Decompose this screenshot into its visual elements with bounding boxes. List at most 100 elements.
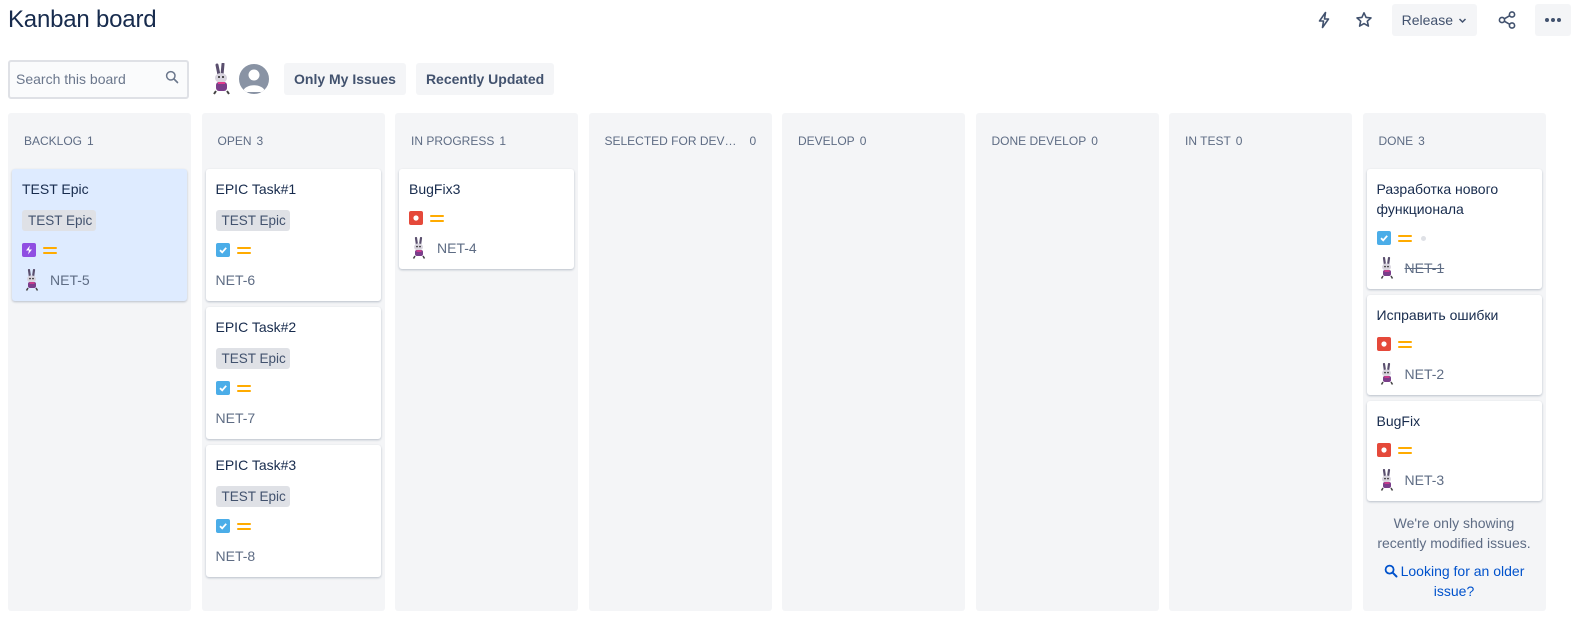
priority-medium-icon: [236, 521, 251, 531]
chevron-down-icon: [1453, 12, 1467, 28]
column-open: OPEN 3 EPIC Task#1 TEST Epic NET-6 EPIC …: [201, 113, 385, 611]
search-icon: [165, 70, 179, 89]
epic-label[interactable]: TEST Epic: [22, 210, 97, 231]
issue-card[interactable]: BugFix NET-3: [1366, 401, 1542, 501]
search-input[interactable]: [16, 71, 165, 87]
column-count: 1: [499, 134, 507, 148]
issue-card[interactable]: EPIC Task#2 TEST Epic NET-7: [205, 307, 381, 439]
filter-only-my-issues[interactable]: Only My Issues: [284, 63, 406, 95]
issue-key[interactable]: NET-4: [437, 240, 477, 256]
column-header: DEVELOP 0: [782, 113, 965, 169]
issue-summary: EPIC Task#1: [215, 181, 297, 197]
issue-key[interactable]: NET-7: [216, 410, 256, 426]
epic-label[interactable]: TEST Epic: [215, 210, 290, 231]
priority-medium-icon: [236, 383, 251, 393]
priority-medium-icon: [430, 213, 444, 223]
page-title: Kanban board: [8, 6, 157, 33]
task-type-icon: [1376, 231, 1391, 245]
issue-key[interactable]: NET-5: [50, 272, 90, 288]
column-name: DEVELOP: [798, 134, 855, 148]
estimate-dot-icon: [1420, 235, 1426, 241]
older-issue-link[interactable]: Looking for an older issue?: [1367, 553, 1542, 601]
avatar[interactable]: [207, 63, 239, 95]
issue-summary: BugFix3: [409, 181, 461, 197]
issue-card[interactable]: Разработка нового функционала NET-1: [1366, 169, 1542, 289]
share-icon: [1497, 10, 1517, 30]
column-count: 0: [859, 134, 867, 148]
epic-label[interactable]: TEST Epic: [215, 486, 290, 507]
column-count: 0: [1235, 134, 1243, 148]
column-backlog: BACKLOG 1 TEST Epic TEST Epic NET-5: [8, 113, 191, 611]
issue-card[interactable]: EPIC Task#3 TEST Epic NET-8: [205, 445, 381, 577]
column-name: IN TEST: [1185, 134, 1231, 148]
column-count: 0: [1091, 134, 1098, 148]
issue-key[interactable]: NET-3: [1405, 472, 1445, 488]
column-name: IN PROGRESS: [411, 134, 495, 148]
magnifier-icon: [1384, 563, 1401, 579]
assignee-avatar: [1377, 362, 1399, 385]
filter-recently-updated[interactable]: Recently Updated: [415, 63, 555, 95]
issue-summary: TEST Epic: [22, 181, 89, 197]
issue-summary: BugFix: [1376, 413, 1421, 429]
column-header: IN PROGRESS 1: [395, 113, 578, 169]
column-count: 0: [749, 134, 757, 148]
kanban-board: BACKLOG 1 TEST Epic TEST Epic NET-5 OPEN…: [8, 113, 1546, 611]
priority-medium-icon: [1397, 445, 1412, 455]
column-header: OPEN 3: [202, 113, 385, 169]
issue-summary: EPIC Task#2: [215, 319, 297, 335]
recent-issues-note: We're only showing recently modified iss…: [1377, 515, 1531, 551]
issue-key[interactable]: NET-6: [216, 272, 256, 288]
issue-summary: Исправить ошибки: [1376, 307, 1499, 323]
task-type-icon: [215, 519, 230, 533]
column-selected-for-development: SELECTED FOR DEVELOP... 0: [588, 113, 772, 611]
automation-button[interactable]: [1308, 4, 1340, 36]
priority-medium-icon: [1397, 233, 1412, 243]
bug-type-icon: [409, 211, 423, 225]
assignee-avatar: [22, 268, 44, 291]
assignee-avatar: [1377, 256, 1399, 279]
issue-key[interactable]: NET-8: [216, 548, 256, 564]
issue-card[interactable]: Исправить ошибки NET-2: [1366, 295, 1542, 395]
lightning-icon: [1315, 11, 1333, 29]
priority-medium-icon: [43, 245, 57, 255]
column-name: BACKLOG: [24, 134, 83, 148]
column-in-test: IN TEST 0: [1169, 113, 1352, 611]
issue-key[interactable]: NET-2: [1405, 366, 1445, 382]
column-count: 3: [1418, 134, 1425, 148]
task-type-icon: [215, 243, 230, 257]
task-type-icon: [215, 381, 230, 395]
column-name: SELECTED FOR DEVELOP...: [604, 134, 745, 148]
priority-medium-icon: [1397, 339, 1412, 349]
epic-type-icon: [22, 243, 36, 257]
bug-type-icon: [1376, 337, 1391, 351]
search-box[interactable]: [8, 59, 189, 99]
issue-card[interactable]: BugFix3 NET-4: [399, 169, 574, 269]
bug-type-icon: [1376, 443, 1391, 457]
column-header: IN TEST 0: [1169, 113, 1352, 169]
release-label: Release: [1401, 12, 1453, 28]
assignee-avatar: [409, 236, 431, 259]
column-header: BACKLOG 1: [8, 113, 191, 169]
column-name: DONE: [1378, 134, 1414, 148]
issue-card[interactable]: TEST Epic TEST Epic NET-5: [12, 169, 187, 301]
issue-card[interactable]: EPIC Task#1 TEST Epic NET-6: [205, 169, 381, 301]
older-issue-link-text: Looking for an older issue?: [1400, 563, 1525, 599]
column-header: DONE 3: [1363, 113, 1546, 169]
release-dropdown[interactable]: Release: [1391, 4, 1477, 36]
star-button[interactable]: [1348, 4, 1380, 36]
issue-summary: Разработка нового функционала: [1376, 181, 1499, 217]
more-button[interactable]: [1535, 4, 1571, 36]
column-develop: DEVELOP 0: [782, 113, 965, 611]
priority-medium-icon: [236, 245, 251, 255]
more-icon: [1544, 17, 1562, 23]
assignee-avatar: [1377, 468, 1399, 491]
column-in-progress: IN PROGRESS 1 BugFix3 NET-4: [395, 113, 578, 611]
epic-label[interactable]: TEST Epic: [215, 348, 290, 369]
column-count: 3: [256, 134, 264, 148]
avatar-unassigned[interactable]: [237, 62, 271, 96]
issue-key[interactable]: NET-1: [1405, 260, 1445, 276]
column-count: 1: [87, 134, 94, 148]
column-done-develop: DONE DEVELOP 0: [975, 113, 1159, 611]
share-button[interactable]: [1491, 4, 1523, 36]
column-header: DONE DEVELOP 0: [976, 113, 1159, 169]
